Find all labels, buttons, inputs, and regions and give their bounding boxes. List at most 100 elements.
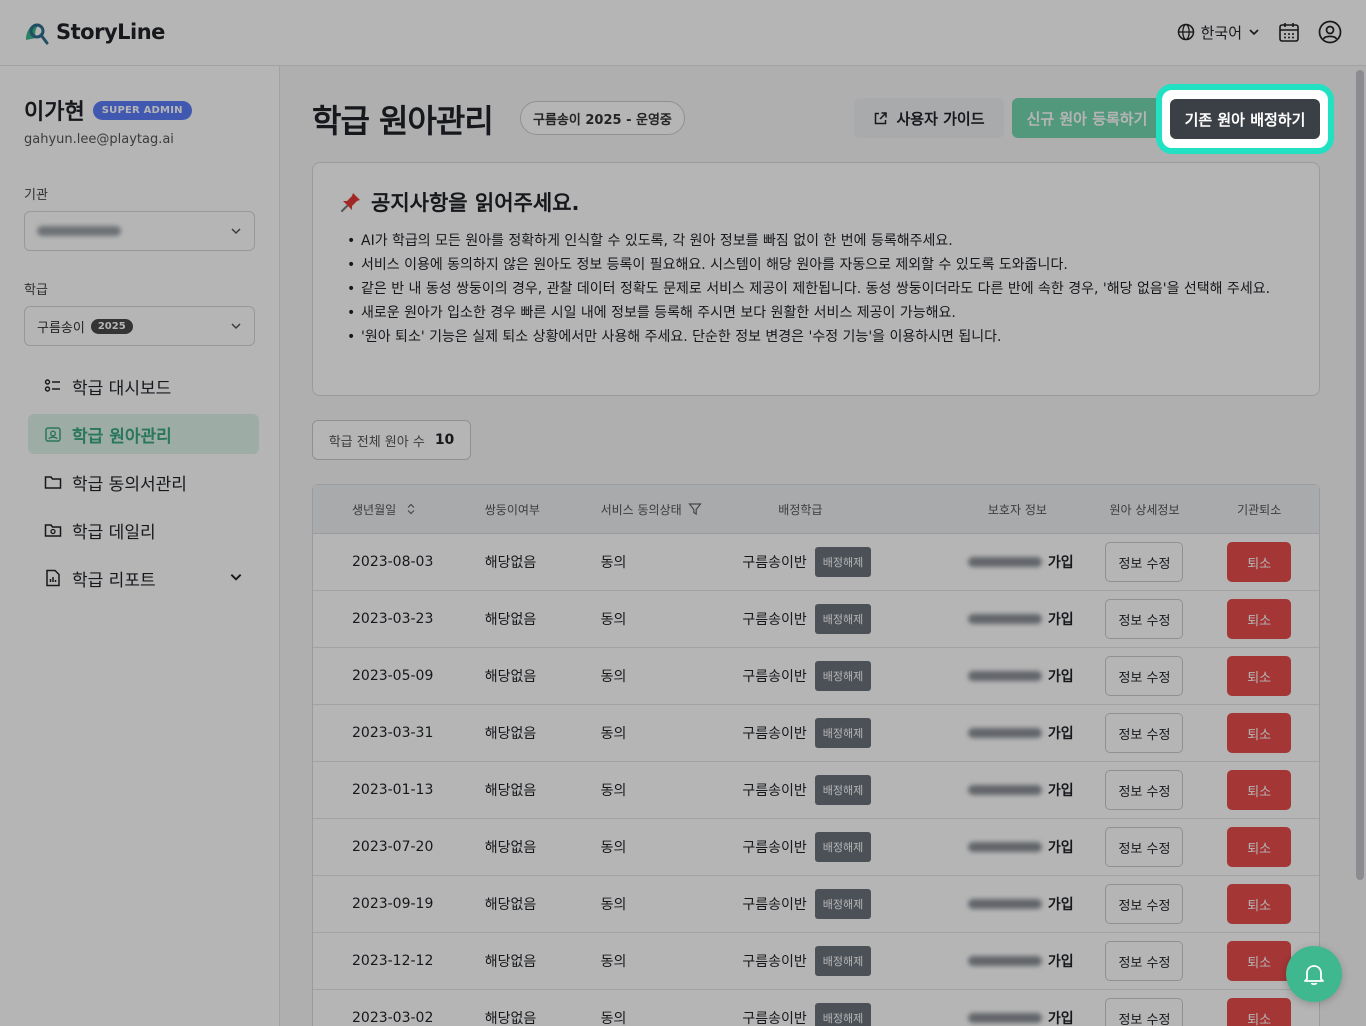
notice-item: '원아 퇴소' 기능은 실제 퇴소 상황에서만 사용해 주세요. 단순한 정보 … xyxy=(347,325,1297,349)
leave-button[interactable]: 퇴소 xyxy=(1227,884,1292,924)
guardian-info-redacted xyxy=(967,899,1042,909)
leave-button[interactable]: 퇴소 xyxy=(1227,770,1292,810)
guardian-joined-status: 가입 xyxy=(1047,783,1074,799)
table-row: 2023-03-02 해당없음 동의 구름송이반 배정해제 가입 정보 수정 퇴… xyxy=(313,990,1319,1026)
edit-info-button[interactable]: 정보 수정 xyxy=(1105,998,1184,1026)
leave-button[interactable]: 퇴소 xyxy=(1227,599,1292,639)
filter-icon[interactable] xyxy=(687,502,702,516)
user-guide-button[interactable]: 사용자 가이드 xyxy=(854,98,1004,138)
unassign-button[interactable]: 배정해제 xyxy=(814,604,872,634)
edit-info-button[interactable]: 정보 수정 xyxy=(1105,884,1184,924)
notice-list: AI가 학급의 모든 원아를 정확하게 인식할 수 있도록, 각 원아 정보를 … xyxy=(347,229,1297,349)
language-label: 한국어 xyxy=(1200,23,1242,42)
edit-info-button[interactable]: 정보 수정 xyxy=(1105,770,1184,810)
leave-button[interactable]: 퇴소 xyxy=(1227,827,1292,867)
class-cell: 구름송이반 배정해제 xyxy=(708,1003,928,1026)
unassign-button[interactable]: 배정해제 xyxy=(814,547,872,577)
table-row: 2023-09-19 해당없음 동의 구름송이반 배정해제 가입 정보 수정 퇴… xyxy=(313,876,1319,933)
sort-icon[interactable] xyxy=(406,503,416,515)
leave-button[interactable]: 퇴소 xyxy=(1227,713,1292,753)
unassign-button[interactable]: 배정해제 xyxy=(814,718,872,748)
class-name: 구름송이반 xyxy=(742,612,807,628)
consent-cell: 동의 xyxy=(600,612,627,628)
detail-cell: 정보 수정 xyxy=(1090,941,1200,981)
photo-folder-icon xyxy=(44,524,62,537)
notification-fab[interactable] xyxy=(1286,946,1342,1002)
unassign-button[interactable]: 배정해제 xyxy=(814,832,872,862)
page-title: 학급 원아관리 xyxy=(312,102,494,140)
calendar-icon[interactable] xyxy=(1278,21,1300,43)
user-name: 이가현 xyxy=(24,100,85,125)
class-name: 구름송이반 xyxy=(742,1011,807,1026)
table-body: 2023-08-03 해당없음 동의 구름송이반 배정해제 가입 정보 수정 퇴… xyxy=(313,534,1319,1026)
edit-info-button[interactable]: 정보 수정 xyxy=(1105,599,1184,639)
org-select[interactable] xyxy=(24,211,255,251)
chevron-down-icon xyxy=(1249,29,1259,36)
guardian-cell: 가입 xyxy=(928,894,1090,914)
table-row: 2023-01-13 해당없음 동의 구름송이반 배정해제 가입 정보 수정 퇴… xyxy=(313,762,1319,819)
detail-cell: 정보 수정 xyxy=(1090,998,1200,1026)
table-row: 2023-05-09 해당없음 동의 구름송이반 배정해제 가입 정보 수정 퇴… xyxy=(313,648,1319,705)
leave-button[interactable]: 퇴소 xyxy=(1227,656,1292,696)
sidebar-item-dashboard[interactable]: 학급 대시보드 xyxy=(28,366,259,406)
edit-info-button[interactable]: 정보 수정 xyxy=(1105,542,1184,582)
class-label: 학급 xyxy=(24,283,48,298)
total-children-count: 학급 전체 원아 수 10 xyxy=(312,420,471,460)
class-select[interactable]: 구름송이 2025 xyxy=(24,306,255,346)
sidebar-nav: 학급 대시보드 학급 원아관리 학급 동의서관리 학급 데일리 학급 리포트 xyxy=(28,366,259,606)
sidebar-item-consents[interactable]: 학급 동의서관리 xyxy=(28,462,259,502)
guardian-info-redacted xyxy=(967,728,1042,738)
chevron-down-icon[interactable] xyxy=(229,570,243,584)
leave-cell: 퇴소 xyxy=(1199,599,1319,639)
guardian-info-redacted xyxy=(967,671,1042,681)
sidebar-item-label: 학급 데일리 xyxy=(72,522,156,543)
guardian-info-redacted xyxy=(967,557,1042,567)
bell-icon xyxy=(1304,965,1324,986)
twin-cell: 해당없음 xyxy=(484,555,537,571)
folder-icon xyxy=(44,476,62,489)
edit-info-button[interactable]: 정보 수정 xyxy=(1105,827,1184,867)
class-cell: 구름송이반 배정해제 xyxy=(708,889,928,919)
twin-cell: 해당없음 xyxy=(484,1011,537,1026)
guardian-joined-status: 가입 xyxy=(1047,954,1074,970)
org-value-redacted xyxy=(37,226,121,236)
birth-date-cell: 2023-03-31 xyxy=(352,725,434,741)
leave-button[interactable]: 퇴소 xyxy=(1227,941,1292,981)
leave-cell: 퇴소 xyxy=(1199,998,1319,1026)
guardian-cell: 가입 xyxy=(928,552,1090,572)
sidebar-item-daily[interactable]: 학급 데일리 xyxy=(28,510,259,550)
guardian-cell: 가입 xyxy=(928,951,1090,971)
pushpin-icon xyxy=(341,193,360,212)
header-birth-date[interactable]: 생년월일 xyxy=(313,501,445,518)
unassign-button[interactable]: 배정해제 xyxy=(814,889,872,919)
assign-existing-child-button[interactable]: 기존 원아 배정하기 xyxy=(1170,99,1320,139)
edit-info-button[interactable]: 정보 수정 xyxy=(1105,941,1184,981)
unassign-button[interactable]: 배정해제 xyxy=(814,1003,872,1026)
sidebar-item-report[interactable]: 학급 리포트 xyxy=(28,558,259,598)
edit-info-button[interactable]: 정보 수정 xyxy=(1105,656,1184,696)
unassign-button[interactable]: 배정해제 xyxy=(814,661,872,691)
table-header: 생년월일 쌍둥이여부 서비스 동의상태 배정학급 보호자 정보 원아 상세정보 … xyxy=(313,485,1319,534)
guardian-joined-status: 가입 xyxy=(1047,1011,1074,1026)
assign-existing-highlight: 기존 원아 배정하기 xyxy=(1156,84,1334,154)
leave-cell: 퇴소 xyxy=(1199,542,1319,582)
register-new-child-button[interactable]: 신규 원아 등록하기 xyxy=(1012,98,1162,138)
storyline-logo[interactable]: StoryLine xyxy=(22,18,165,46)
header-consent[interactable]: 서비스 동의상태 xyxy=(557,501,709,518)
birth-date-cell: 2023-08-03 xyxy=(352,554,434,570)
consent-cell: 동의 xyxy=(600,783,627,799)
user-account-icon[interactable] xyxy=(1318,20,1342,44)
page-scrollbar[interactable] xyxy=(1356,70,1364,880)
unassign-button[interactable]: 배정해제 xyxy=(814,946,872,976)
leave-button[interactable]: 퇴소 xyxy=(1227,998,1292,1026)
sidebar-item-children[interactable]: 학급 원아관리 xyxy=(28,414,259,454)
edit-info-button[interactable]: 정보 수정 xyxy=(1105,713,1184,753)
unassign-button[interactable]: 배정해제 xyxy=(814,775,872,805)
notice-title: 공지사항을 읽어주세요. xyxy=(339,187,580,217)
class-cell: 구름송이반 배정해제 xyxy=(708,946,928,976)
language-selector[interactable]: 한국어 xyxy=(1177,22,1260,43)
leave-button[interactable]: 퇴소 xyxy=(1227,542,1292,582)
detail-cell: 정보 수정 xyxy=(1090,827,1200,867)
consent-cell: 동의 xyxy=(600,897,627,913)
guardian-info-redacted xyxy=(967,842,1042,852)
